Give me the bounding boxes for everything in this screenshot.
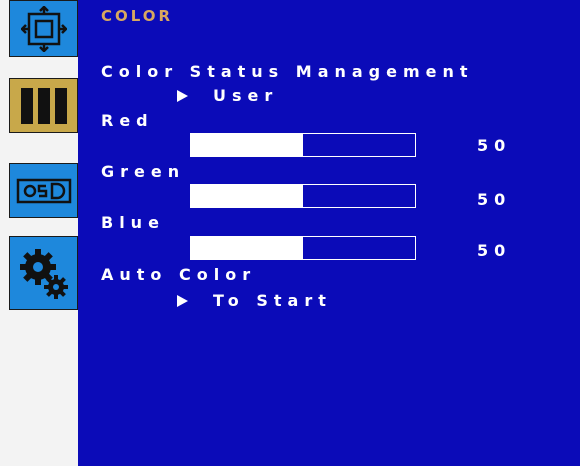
red-slider[interactable] — [190, 133, 416, 157]
green-slider-fill — [191, 185, 303, 207]
red-label: Red — [101, 111, 154, 130]
green-label: Green — [101, 162, 186, 181]
blue-slider[interactable] — [190, 236, 416, 260]
osd-menu-panel: COLOR Color Status Management User Red 5… — [78, 0, 580, 466]
auto-color-action[interactable]: To Start — [213, 291, 332, 311]
sidebar-item-color[interactable] — [9, 78, 78, 133]
red-slider-fill — [191, 134, 303, 156]
color-status-label: Color Status Management — [101, 62, 474, 81]
blue-value: 50 — [477, 241, 512, 260]
sidebar-item-osd[interactable] — [9, 163, 78, 218]
arrow-right-icon — [177, 295, 188, 307]
sidebar-item-settings[interactable] — [9, 236, 78, 310]
red-value: 50 — [477, 136, 512, 155]
green-slider[interactable] — [190, 184, 416, 208]
menu-title: COLOR — [101, 7, 174, 25]
color-bars-icon — [20, 87, 67, 124]
green-value: 50 — [477, 190, 512, 209]
picture-icon — [20, 5, 67, 52]
gears-icon — [19, 249, 68, 299]
sidebar-item-picture[interactable] — [9, 0, 78, 57]
osd-icon — [16, 178, 71, 203]
sidebar — [0, 0, 78, 466]
blue-slider-fill — [191, 237, 303, 259]
auto-color-label: Auto Color — [101, 265, 257, 284]
arrow-right-icon — [177, 90, 188, 102]
blue-label: Blue — [101, 213, 165, 232]
color-status-value[interactable]: User — [213, 86, 278, 106]
